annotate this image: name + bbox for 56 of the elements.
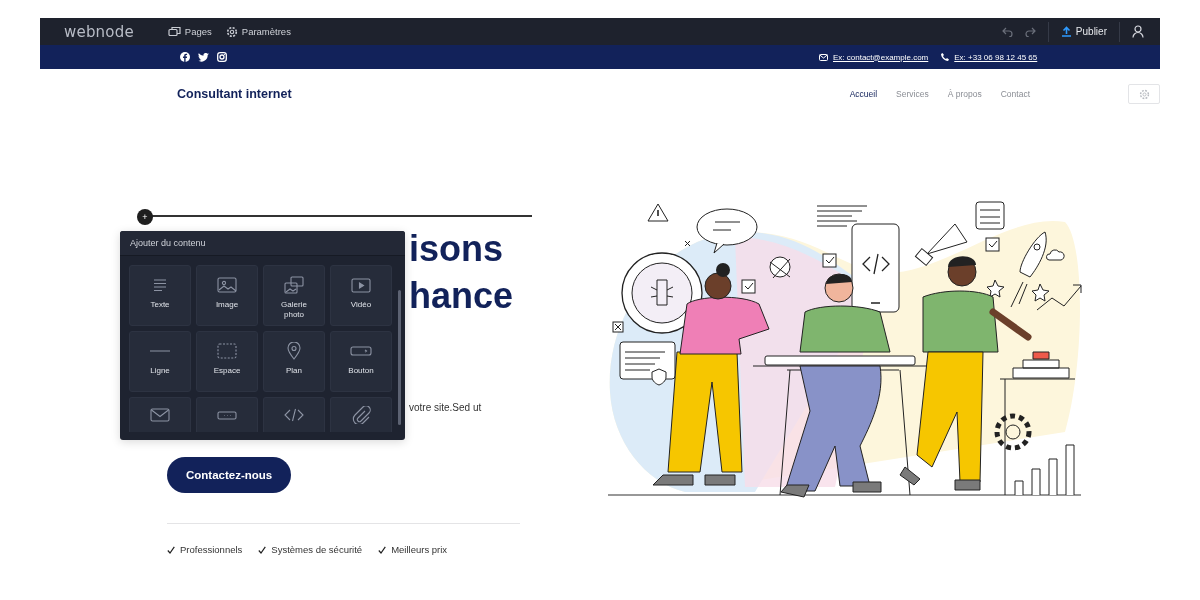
content-tile[interactable] — [129, 397, 191, 432]
user-icon[interactable] — [1132, 25, 1144, 38]
scrollbar[interactable] — [398, 290, 401, 425]
dashed-frame-icon — [216, 342, 238, 360]
nav-link[interactable]: Contact — [1000, 89, 1030, 99]
instagram-icon[interactable] — [217, 52, 227, 62]
hero-text: votre site.Sed ut — [409, 401, 482, 415]
envelope-icon — [149, 406, 171, 424]
content-tile[interactable]: Vidéo — [330, 265, 392, 326]
pages-icon — [167, 26, 181, 37]
content-tile[interactable]: Plan — [263, 331, 325, 392]
content-tile[interactable] — [330, 397, 392, 432]
content-tile[interactable]: Bouton — [330, 331, 392, 392]
publish-button[interactable]: Publier — [1060, 26, 1107, 37]
menu-button[interactable]: Pages — [167, 25, 212, 38]
content-tile[interactable]: Image — [196, 265, 258, 326]
hero-heading: hance — [409, 274, 514, 318]
upload-icon — [1060, 26, 1072, 37]
menu-button[interactable]: Paramètres — [225, 25, 291, 38]
feature-text: Professionnels — [180, 544, 243, 555]
facebook-icon[interactable] — [180, 52, 190, 62]
line-icon — [149, 350, 171, 352]
feature-text: Meilleurs prix — [391, 544, 448, 555]
feature-text: Systèmes de sécurité — [271, 544, 363, 555]
redo-icon[interactable] — [1024, 26, 1036, 37]
paperclip-icon — [350, 406, 372, 424]
logo[interactable]: webnode — [64, 22, 134, 41]
site-title[interactable]: Consultant internet — [177, 87, 292, 101]
content-tile[interactable] — [196, 397, 258, 432]
images-icon — [283, 276, 305, 294]
email-link[interactable]: Ex: contact@example.com — [833, 52, 929, 62]
hero-heading: isons — [409, 227, 505, 271]
settings-icon — [1138, 88, 1150, 100]
nav-link[interactable]: Accueil — [849, 89, 878, 99]
code-icon — [283, 406, 305, 424]
settings-icon — [225, 25, 238, 38]
envelope-icon — [819, 53, 828, 61]
image-icon — [216, 276, 238, 294]
phone-icon — [941, 53, 950, 61]
check-icon — [378, 545, 387, 554]
content-tile[interactable] — [263, 397, 325, 432]
nav-link[interactable]: Services — [896, 89, 929, 99]
nav-link[interactable]: À propos — [947, 89, 982, 99]
check-icon — [167, 545, 175, 554]
check-icon — [258, 545, 267, 554]
video-icon — [350, 276, 372, 294]
content-tile[interactable]: Ligne — [129, 331, 191, 392]
add-button[interactable]: + — [137, 209, 153, 225]
panel-title: Ajouter du contenu — [120, 231, 405, 256]
twitter-icon[interactable] — [198, 52, 209, 62]
contact-button[interactable]: Contactez-nous — [167, 457, 292, 493]
content-tile[interactable]: Galerie photo — [263, 265, 325, 326]
undo-icon[interactable] — [1001, 26, 1013, 37]
content-tile[interactable]: Texte — [129, 265, 191, 326]
content-tile[interactable]: Espace — [196, 331, 258, 392]
phone-link[interactable]: Ex: +33 06 98 12 45 65 — [954, 52, 1038, 62]
